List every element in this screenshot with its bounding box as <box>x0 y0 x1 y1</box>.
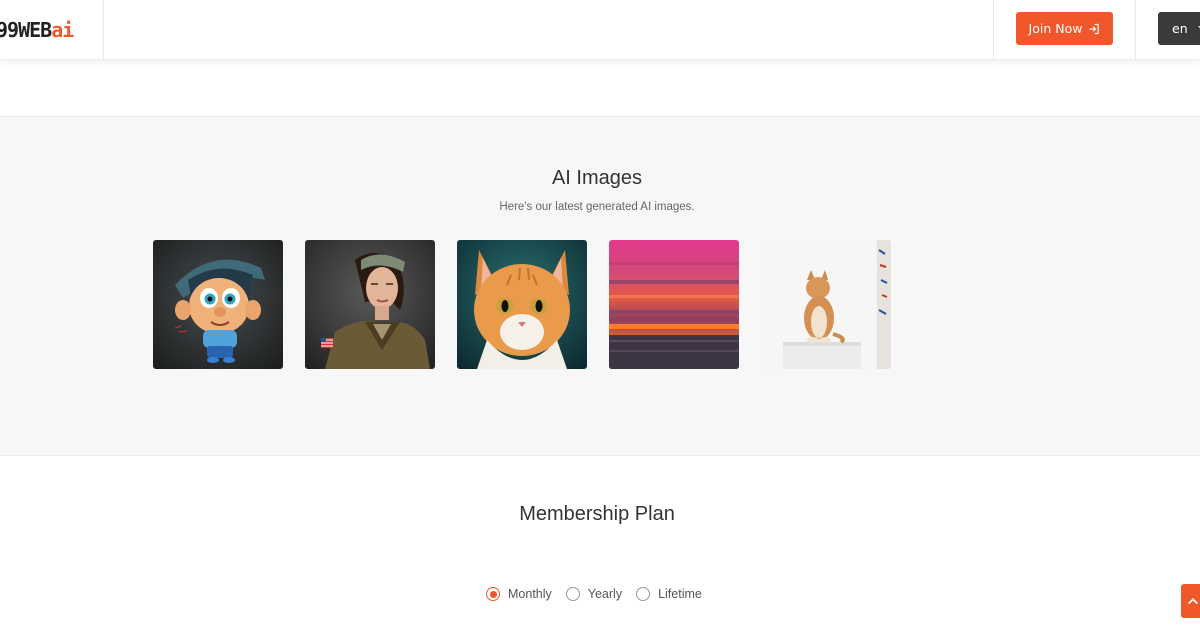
radio-lifetime-label: Lifetime <box>658 587 702 601</box>
radio-monthly-label: Monthly <box>508 587 552 601</box>
cartoon-boy-image[interactable] <box>153 240 283 369</box>
radio-circle <box>565 587 580 601</box>
radio-circle <box>636 587 651 601</box>
chevron-up-icon <box>1188 598 1198 605</box>
radio-yearly[interactable]: Yearly <box>565 587 623 601</box>
language-label: en <box>1172 21 1188 36</box>
sitting-cat-image[interactable] <box>761 240 891 369</box>
soldier-woman-image[interactable] <box>305 240 435 369</box>
logo-accent-text: ai <box>51 18 74 42</box>
join-now-label: Join Now <box>1028 21 1083 36</box>
language-select[interactable]: en <box>1158 12 1200 45</box>
plan-period-selector: Monthly Yearly Lifetime <box>486 587 702 601</box>
orange-cat-image[interactable] <box>457 240 587 369</box>
ai-images-subtitle: Here's our latest generated AI images. <box>499 201 695 213</box>
radio-lifetime[interactable]: Lifetime <box>636 587 702 601</box>
header-divider <box>103 0 104 60</box>
site-logo[interactable]: 99WEB ai <box>0 17 74 43</box>
radio-yearly-label: Yearly <box>587 587 623 601</box>
radio-circle-checked <box>486 587 500 601</box>
membership-plan-title: Membership Plan <box>519 503 675 525</box>
ai-images-title: AI Images <box>551 167 643 189</box>
ai-images-section: AI Images Here's our latest generated AI… <box>0 116 1200 456</box>
radio-monthly[interactable]: Monthly <box>486 587 552 601</box>
join-now-button[interactable]: Join Now <box>1016 12 1113 45</box>
sunset-field-image[interactable] <box>609 240 739 369</box>
scroll-to-top-button[interactable] <box>1181 584 1200 618</box>
header-divider <box>1135 0 1136 60</box>
login-arrow-icon <box>1089 23 1100 34</box>
logo-main-text: 99WEB <box>0 18 52 42</box>
site-header: 99WEB ai Join Now en <box>0 0 1200 60</box>
header-divider <box>993 0 994 60</box>
